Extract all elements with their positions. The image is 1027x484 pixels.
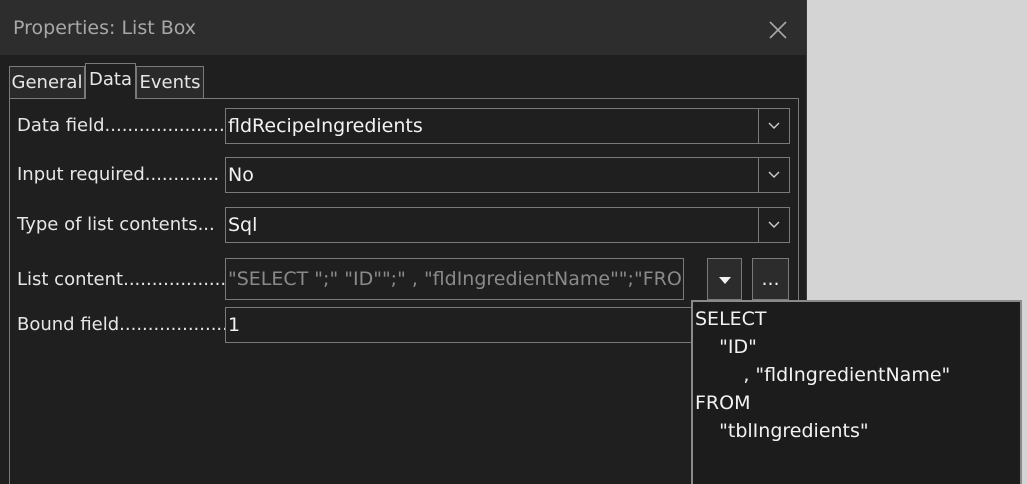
window-title: Properties: List Box — [13, 17, 197, 39]
more-button-label: ... — [761, 268, 780, 290]
input-required-value: No — [228, 164, 254, 186]
list-type-value: Sql — [228, 214, 258, 236]
popup-line: SELECT — [695, 308, 767, 330]
data-field-value: fldRecipeIngredients — [228, 115, 423, 137]
titlebar: Properties: List Box — [0, 0, 806, 55]
list-content-dropdown-button[interactable] — [707, 258, 742, 300]
chevron-down-icon[interactable] — [758, 158, 789, 192]
list-content-popup[interactable]: SELECT "ID" , "fldIngredientName" FROM "… — [691, 300, 1022, 484]
popup-line: FROM — [695, 392, 751, 414]
close-icon[interactable] — [766, 18, 790, 42]
popup-line: "ID" — [695, 336, 757, 358]
chevron-down-icon[interactable] — [758, 208, 789, 242]
data-field-combobox[interactable]: fldRecipeIngredients — [225, 108, 790, 144]
tab-data[interactable]: Data — [85, 63, 136, 99]
popup-line: , "fldIngredientName" — [695, 364, 951, 386]
list-type-select[interactable]: Sql — [225, 207, 790, 243]
popup-line: "tblIngredients" — [695, 420, 869, 442]
input-required-label: Input required............. — [17, 164, 220, 185]
list-content-input[interactable]: "SELECT ";" "ID"";" , "fldIngredientName… — [225, 258, 684, 300]
chevron-down-icon[interactable] — [758, 109, 789, 143]
tab-events[interactable]: Events — [136, 66, 204, 98]
list-type-label: Type of list contents... — [17, 214, 215, 235]
bound-field-input[interactable]: 1 — [225, 307, 695, 343]
list-content-more-button[interactable]: ... — [752, 258, 789, 300]
data-field-label: Data field...................... — [17, 115, 231, 136]
list-content-label: List content.................. — [17, 269, 227, 290]
input-required-select[interactable]: No — [225, 157, 790, 193]
triangle-down-icon — [718, 268, 732, 290]
bound-field-value: 1 — [228, 314, 241, 336]
bound-field-label: Bound field.................... — [17, 314, 234, 335]
tab-general[interactable]: General — [9, 66, 85, 98]
properties-dialog: Properties: List Box General Data Events… — [0, 0, 807, 484]
